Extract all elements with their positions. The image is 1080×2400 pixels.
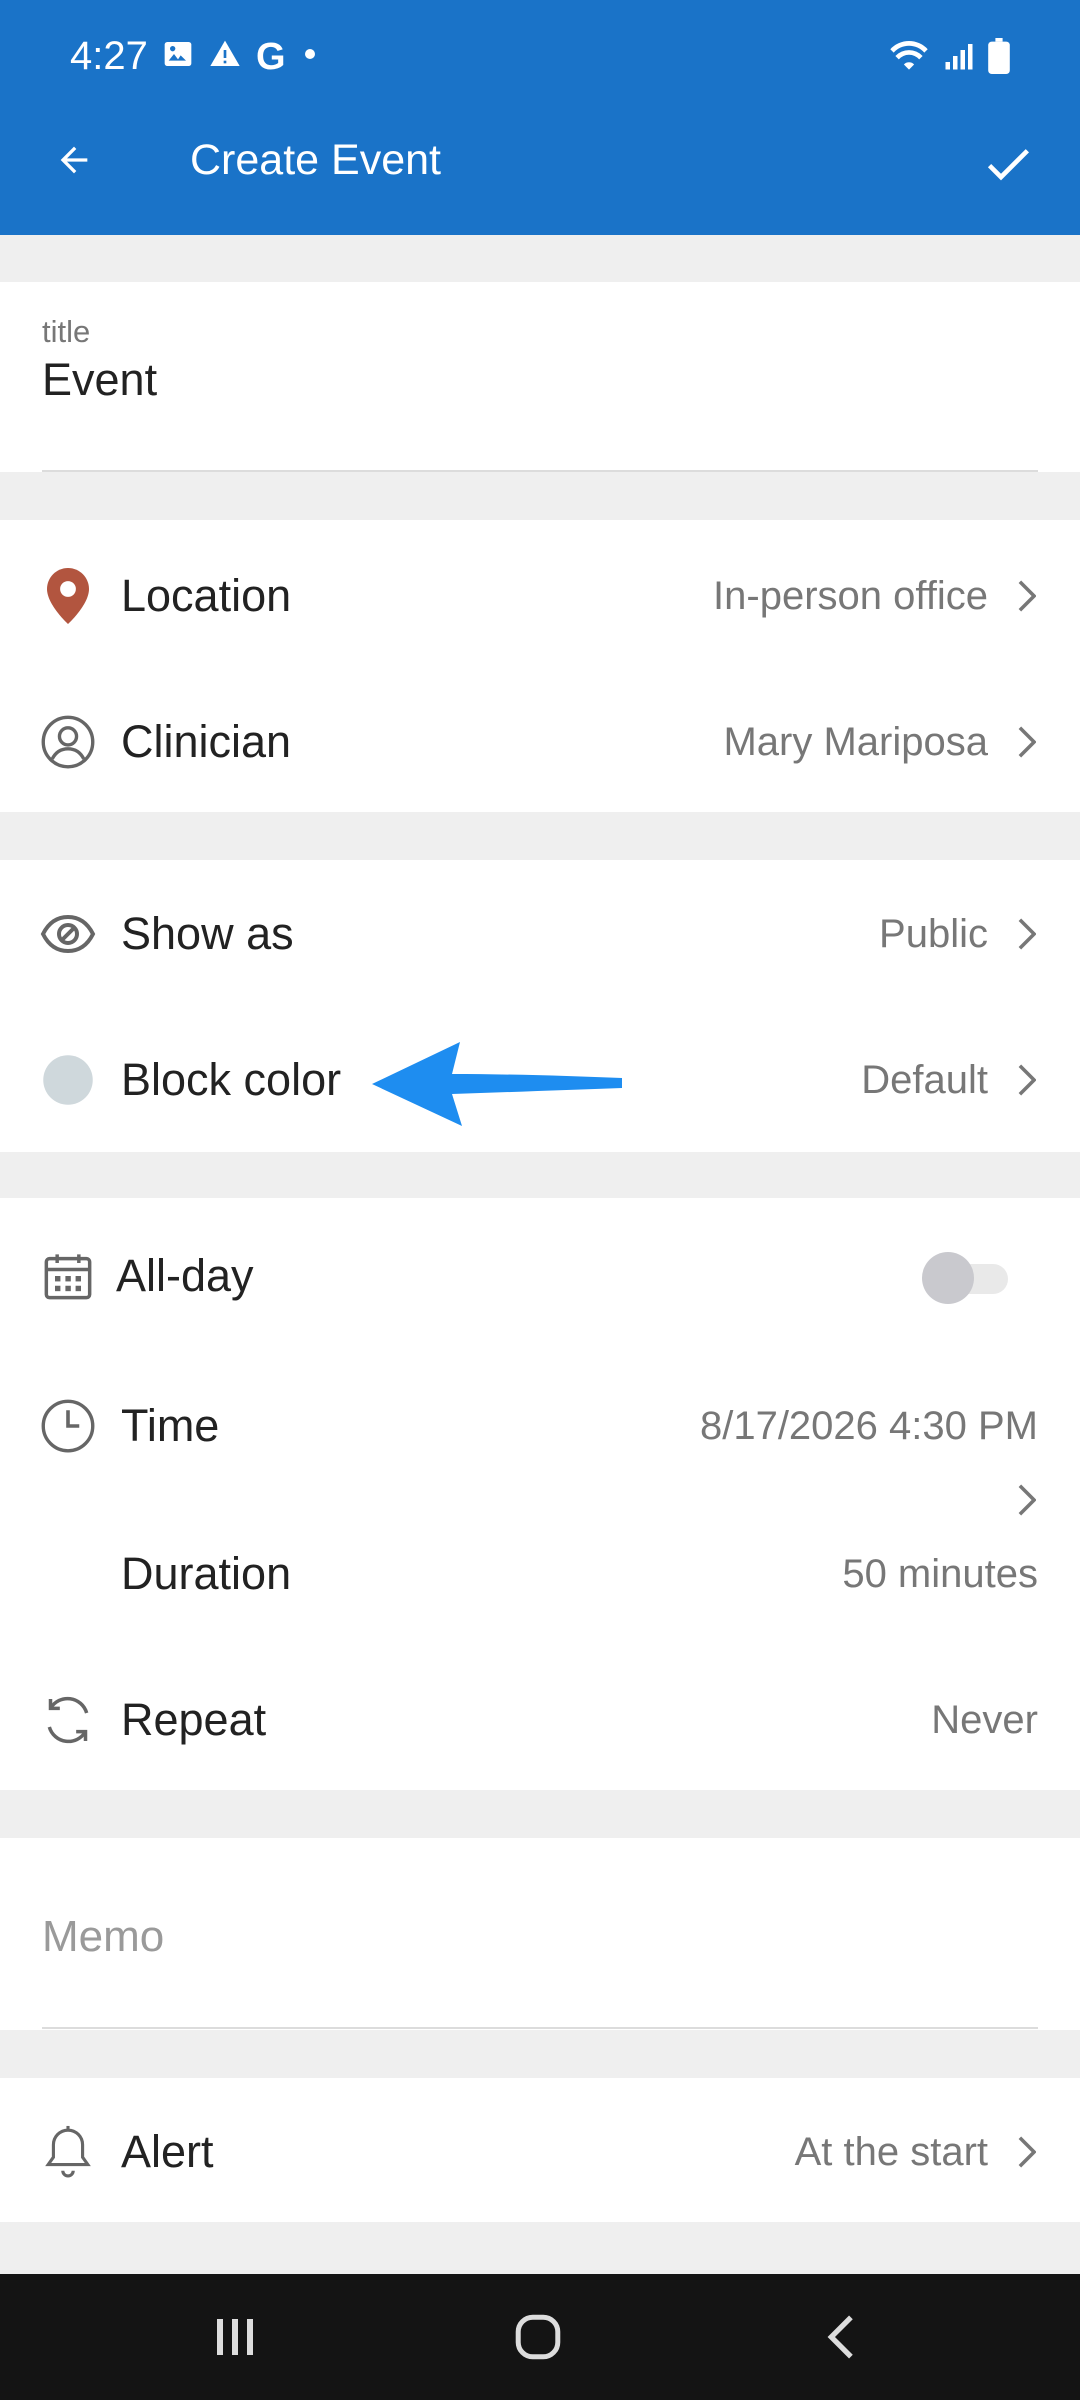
clinician-value: Mary Mariposa [723, 719, 988, 764]
repeat-icon [40, 1692, 96, 1748]
eye-icon [40, 906, 96, 962]
back-nav-button[interactable] [800, 2302, 880, 2372]
show-as-value: Public [879, 911, 988, 956]
page-title: Create Event [190, 136, 441, 184]
time-value: 8/17/2026 4:30 PM [699, 1403, 1038, 1448]
save-button[interactable] [972, 128, 1044, 200]
duration-label: Duration [121, 1548, 292, 1599]
clock-icon [40, 1398, 96, 1454]
system-icons [888, 38, 1010, 79]
title-underline [42, 470, 1038, 472]
chevron-right-icon [1012, 576, 1042, 616]
chevron-right-icon [1012, 722, 1042, 762]
duration-row[interactable]: Duration 50 minutes [0, 1528, 1080, 1620]
duration-value: 50 minutes [842, 1551, 1038, 1596]
clinician-label: Clinician [121, 716, 292, 767]
chevron-right-icon [1012, 914, 1042, 954]
title-card [0, 282, 1080, 472]
color-dot-icon [40, 1052, 96, 1108]
calendar-icon [40, 1248, 96, 1304]
check-icon [987, 149, 1029, 181]
all-day-toggle[interactable] [922, 1252, 1008, 1304]
chevron-right-icon [1012, 1060, 1042, 1100]
title-input[interactable]: Event [42, 354, 157, 406]
show-as-label: Show as [121, 908, 294, 959]
signal-icon [944, 41, 974, 76]
battery-icon [988, 38, 1010, 79]
alert-row[interactable]: Alert At the start [0, 2106, 1080, 2198]
system-nav-bar [0, 2274, 1080, 2400]
image-icon [162, 38, 194, 75]
memo-input[interactable]: Memo [42, 1912, 164, 1962]
location-label: Location [121, 570, 292, 621]
recents-icon [217, 2319, 253, 2355]
location-pin-icon [40, 568, 96, 624]
bell-icon [40, 2124, 96, 2180]
toggle-thumb [922, 1252, 974, 1304]
all-day-row[interactable]: All-day [0, 1230, 1080, 1322]
alert-label: Alert [121, 2126, 214, 2177]
google-icon: G [256, 35, 286, 78]
alert-value: At the start [794, 2129, 988, 2174]
clinician-row[interactable]: Clinician Mary Mariposa [0, 696, 1080, 788]
status-time: 4:27 [70, 34, 148, 78]
title-field-label: title [42, 314, 91, 349]
home-icon [515, 2314, 561, 2360]
repeat-row[interactable]: Repeat Never [0, 1674, 1080, 1766]
warning-icon [208, 38, 242, 75]
person-icon [40, 714, 96, 770]
back-button[interactable] [44, 130, 104, 190]
arrow-left-icon [60, 146, 88, 174]
notification-icons: G [162, 35, 320, 78]
chevron-right-icon[interactable] [1012, 1480, 1042, 1520]
dot-icon [300, 38, 320, 75]
wifi-icon [888, 39, 930, 78]
location-row[interactable]: Location In-person office [0, 550, 1080, 642]
repeat-label: Repeat [121, 1694, 267, 1745]
location-value: In-person office [713, 573, 988, 618]
time-row[interactable]: Time 8/17/2026 4:30 PM [0, 1380, 1080, 1472]
block-color-label: Block color [121, 1054, 342, 1105]
home-button[interactable] [498, 2302, 578, 2372]
recent-apps-button[interactable] [195, 2302, 275, 2372]
all-day-label: All-day [116, 1250, 254, 1301]
back-icon [827, 2315, 853, 2359]
chevron-right-icon [1012, 2132, 1042, 2172]
status-bar: 4:27 G [0, 0, 1080, 120]
app-header: 4:27 G Create Event [0, 0, 1080, 235]
show-as-row[interactable]: Show as Public [0, 888, 1080, 980]
block-color-value: Default [861, 1057, 988, 1102]
memo-underline [42, 2027, 1038, 2029]
repeat-value: Never [931, 1697, 1038, 1742]
time-label: Time [121, 1400, 220, 1451]
annotation-arrow-icon [372, 1042, 622, 1126]
